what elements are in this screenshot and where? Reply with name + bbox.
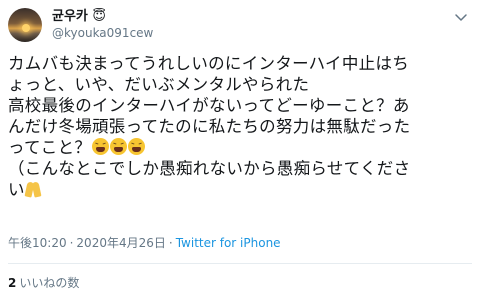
tired-face-emoji-icon — [110, 138, 128, 155]
meta-separator: · — [69, 236, 74, 250]
author-names[interactable]: 균우카 😇 @kyouka091cew — [52, 8, 153, 42]
tweet-line: ょっと、いや、だいぶメンタルやられた — [8, 75, 310, 94]
avatar[interactable] — [8, 8, 42, 42]
display-name-text: 균우카 — [52, 9, 88, 24]
tweet-line: 高校最後のインターハイがないってどーゆーこと？あ — [8, 96, 410, 115]
tired-face-emoji-icon — [128, 138, 146, 155]
tweet-text: カムバも決まってうれしいのにインターハイ中止はち ょっと、いや、だいぶメンタルや… — [8, 53, 476, 200]
tweet-card: 균우카 😇 @kyouka091cew カムバも決まってうれしいのにインターハイ… — [0, 0, 480, 300]
tweet-date[interactable]: 2020年4月26日 — [76, 236, 165, 250]
meta-separator: · — [168, 236, 173, 250]
likes-stat[interactable]: 2 いいねの数 — [8, 275, 79, 291]
chevron-down-icon[interactable] — [454, 10, 468, 24]
angel-emoji-icon: 😇 — [92, 9, 106, 24]
display-name[interactable]: 균우카 😇 — [52, 8, 153, 25]
tweet-line: んだけ冬場頑張ってたのに私たちの努力は無駄だった — [8, 117, 411, 136]
tweet-time[interactable]: 午後10:20 — [8, 236, 67, 250]
likes-label: いいねの数 — [19, 276, 80, 290]
tweet-line: ってこと？ — [8, 137, 476, 158]
sunset-sun — [22, 24, 30, 32]
tweet-header: 균우카 😇 @kyouka091cew — [8, 8, 472, 44]
tweet-line: （こんなとこでしか愚痴れないから愚痴らせてくださ — [8, 159, 411, 178]
divider — [8, 263, 472, 264]
tweet-line: カムバも決まってうれしいのにインターハイ中止はち — [8, 54, 410, 73]
tweet-source-link[interactable]: Twitter for iPhone — [176, 236, 281, 250]
tired-face-emoji-icon — [92, 138, 110, 155]
folded-hands-emoji-icon — [24, 180, 42, 198]
tweet-line: い — [8, 179, 476, 200]
user-handle[interactable]: @kyouka091cew — [52, 25, 153, 42]
likes-count: 2 — [8, 276, 17, 290]
tweet-meta: 午後10:20 · 2020年4月26日 · Twitter for iPhone — [8, 235, 281, 251]
